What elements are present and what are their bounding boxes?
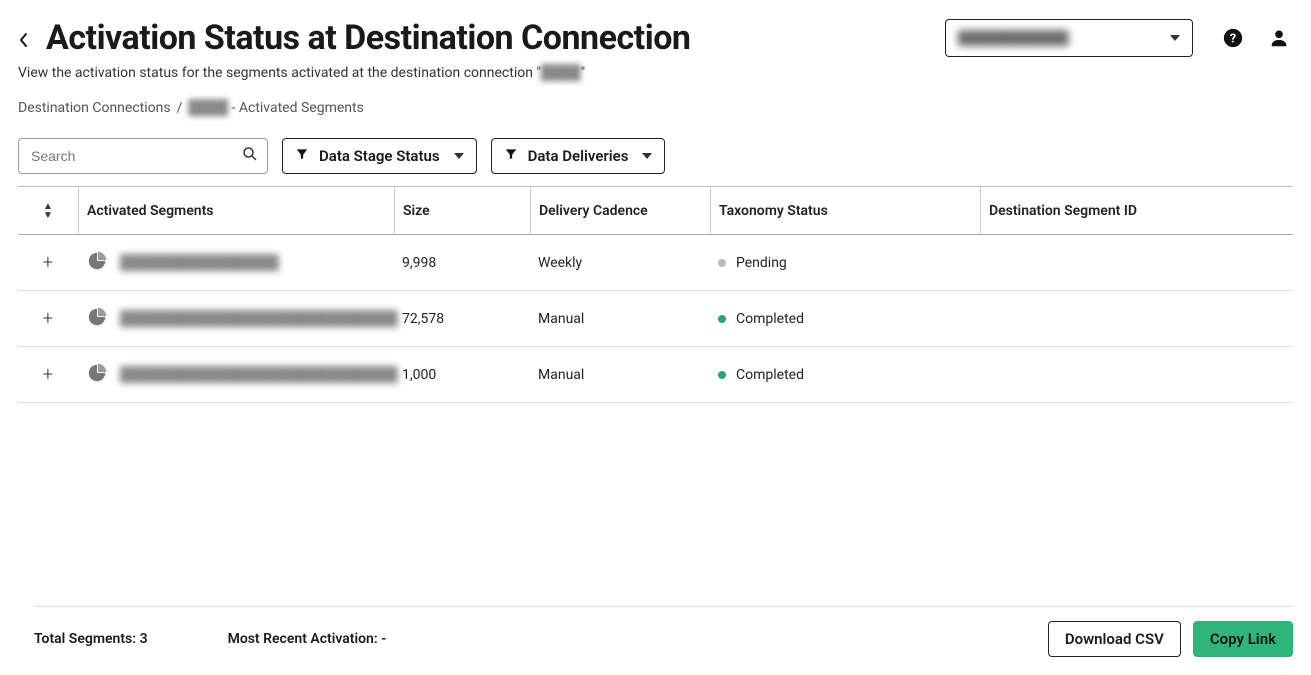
table-row: + ████████████████████████████1,000Manual… [18,347,1293,403]
download-csv-button[interactable]: Download CSV [1048,621,1181,657]
funnel-icon [504,147,518,165]
search-input-container[interactable] [18,138,268,174]
pie-chart-icon [86,362,108,388]
status-dot-icon [718,315,726,323]
segment-size: 9,998 [394,255,530,271]
user-icon[interactable] [1265,24,1293,52]
chevron-down-icon [642,153,652,159]
segment-size: 1,000 [394,367,530,383]
segment-name[interactable]: ████████████████████████████ [120,310,398,327]
segments-table: ▲▼ Activated Segments Size Delivery Cade… [18,186,1293,403]
svg-text:?: ? [1230,32,1236,47]
taxonomy-status: Pending [710,255,980,271]
delivery-cadence: Manual [530,311,710,327]
table-row: + ████████████████████████████72,578Manua… [18,291,1293,347]
segment-name[interactable]: ████████████████████████████ [120,366,398,383]
col-taxonomy-status[interactable]: Taxonomy Status [710,187,980,234]
table-header: ▲▼ Activated Segments Size Delivery Cade… [18,187,1293,235]
page-title: Activation Status at Destination Connect… [46,18,933,58]
taxonomy-status: Completed [710,367,980,383]
expand-row-icon[interactable]: + [18,252,78,273]
help-icon[interactable]: ? [1219,24,1247,52]
most-recent-activation: Most Recent Activation: - [228,631,387,647]
col-destination-segment-id[interactable]: Destination Segment ID [980,187,1293,234]
table-footer: Total Segments: 3 Most Recent Activation… [34,606,1293,675]
total-segments: Total Segments: 3 [34,631,148,647]
filter-data-stage-status[interactable]: Data Stage Status [282,138,477,174]
account-dropdown-label: ████████████ [958,30,1069,46]
search-input[interactable] [29,147,241,165]
breadcrumb-root[interactable]: Destination Connections [18,100,171,116]
table-row: + ████████████████ 9,998WeeklyPending [18,235,1293,291]
chevron-down-icon [1170,35,1180,41]
col-size[interactable]: Size [394,187,530,234]
expand-row-icon[interactable]: + [18,364,78,385]
filter-label: Data Deliveries [528,147,629,165]
page-subtitle: View the activation status for the segme… [18,64,1293,81]
delivery-cadence: Manual [530,367,710,383]
funnel-icon [295,147,309,165]
sort-toggle[interactable]: ▲▼ [18,202,78,220]
breadcrumb: Destination Connections / ████ - Activat… [18,99,1293,116]
status-dot-icon [718,371,726,379]
taxonomy-status: Completed [710,311,980,327]
pie-chart-icon [86,250,108,276]
copy-link-button[interactable]: Copy Link [1193,621,1293,657]
breadcrumb-leaf: ████ - Activated Segments [188,99,363,116]
col-activated-segments[interactable]: Activated Segments [78,187,394,234]
delivery-cadence: Weekly [530,255,710,271]
segment-name[interactable]: ████████████████ [120,254,279,271]
filter-data-deliveries[interactable]: Data Deliveries [491,138,666,174]
pie-chart-icon [86,306,108,332]
search-icon [241,145,259,167]
expand-row-icon[interactable]: + [18,308,78,329]
account-dropdown[interactable]: ████████████ [945,19,1193,57]
status-dot-icon [718,259,726,267]
filter-label: Data Stage Status [319,147,440,165]
segment-size: 72,578 [394,311,530,327]
back-chevron-icon[interactable] [18,31,30,52]
chevron-down-icon [454,153,464,159]
col-delivery-cadence[interactable]: Delivery Cadence [530,187,710,234]
